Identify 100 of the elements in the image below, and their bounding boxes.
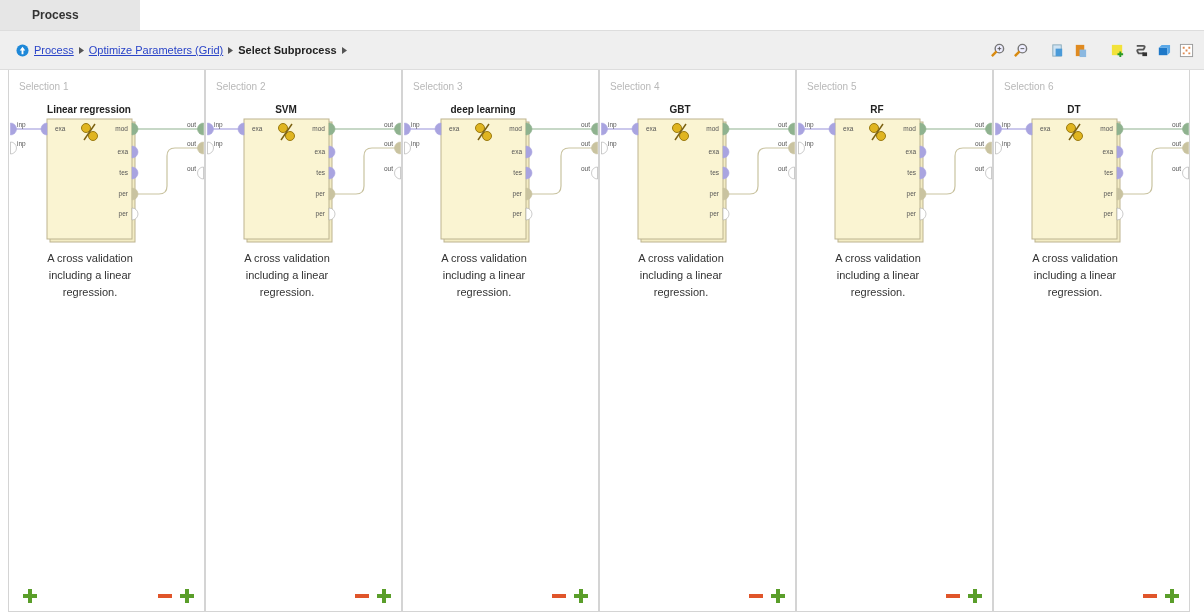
operator-output-port[interactable]: [328, 145, 336, 159]
chevron-icon: [78, 46, 84, 54]
add-icon[interactable]: [771, 589, 785, 603]
output-port[interactable]: [985, 166, 992, 180]
operator-input-port[interactable]: [631, 122, 639, 136]
output-port[interactable]: [591, 141, 598, 155]
zoom-out-icon[interactable]: [1013, 42, 1028, 58]
input-port[interactable]: [601, 122, 608, 136]
output-port[interactable]: [394, 141, 401, 155]
output-port[interactable]: [591, 166, 598, 180]
output-port[interactable]: [197, 141, 204, 155]
up-arrow-icon[interactable]: [16, 43, 29, 57]
output-port[interactable]: [197, 122, 204, 136]
operator-input-port[interactable]: [40, 122, 48, 136]
operator-output-port[interactable]: [919, 166, 927, 180]
operator-output-port[interactable]: [919, 207, 927, 221]
input-port[interactable]: [798, 122, 805, 136]
output-port[interactable]: [788, 141, 795, 155]
input-port[interactable]: [207, 141, 214, 155]
output-port[interactable]: [985, 122, 992, 136]
input-port[interactable]: [995, 141, 1002, 155]
wire: [333, 128, 396, 130]
operator-box[interactable]: [637, 118, 727, 243]
operator-output-port[interactable]: [525, 166, 533, 180]
operator-output-port[interactable]: [919, 122, 927, 136]
cube-icon[interactable]: [1156, 42, 1171, 58]
add-icon[interactable]: [23, 589, 37, 603]
operator-input-port[interactable]: [1025, 122, 1033, 136]
operator-output-port[interactable]: [328, 207, 336, 221]
clipboard-icon[interactable]: [1073, 42, 1088, 58]
operator-box[interactable]: [834, 118, 924, 243]
operator-output-port[interactable]: [131, 122, 139, 136]
zoom-in-icon[interactable]: [990, 42, 1005, 58]
operator-output-port[interactable]: [722, 122, 730, 136]
sticky-note-icon[interactable]: [1110, 42, 1125, 58]
operator-output-port[interactable]: [1116, 145, 1124, 159]
grid-icon[interactable]: [1179, 42, 1194, 58]
operator-box[interactable]: [46, 118, 136, 243]
add-icon[interactable]: [574, 589, 588, 603]
operator-input-port[interactable]: [828, 122, 836, 136]
output-port[interactable]: [394, 166, 401, 180]
operator-output-port[interactable]: [525, 122, 533, 136]
output-port[interactable]: [985, 141, 992, 155]
breadcrumb-link[interactable]: Optimize Parameters (Grid): [88, 44, 224, 56]
operator-name: RF: [870, 104, 884, 115]
operator-output-port[interactable]: [722, 166, 730, 180]
input-port[interactable]: [10, 122, 17, 136]
operator-box[interactable]: [1031, 118, 1121, 243]
input-port[interactable]: [995, 122, 1002, 136]
operator-output-port[interactable]: [919, 187, 927, 201]
input-port[interactable]: [10, 141, 17, 155]
operator-output-port[interactable]: [328, 166, 336, 180]
operator-input-port[interactable]: [237, 122, 245, 136]
output-port[interactable]: [788, 122, 795, 136]
plug-icon[interactable]: [1133, 42, 1148, 58]
output-port[interactable]: [788, 166, 795, 180]
input-port[interactable]: [601, 141, 608, 155]
input-port[interactable]: [798, 141, 805, 155]
output-port[interactable]: [1182, 141, 1189, 155]
operator-output-port[interactable]: [131, 207, 139, 221]
operator-output-port[interactable]: [1116, 122, 1124, 136]
operator-output-port[interactable]: [131, 145, 139, 159]
operator-output-port[interactable]: [525, 187, 533, 201]
operator-name: DT: [1067, 104, 1081, 115]
output-port[interactable]: [1182, 166, 1189, 180]
operator-output-port[interactable]: [722, 187, 730, 201]
output-port[interactable]: [394, 122, 401, 136]
operator-name: GBT: [669, 104, 691, 115]
add-icon[interactable]: [1165, 589, 1179, 603]
output-port[interactable]: [591, 122, 598, 136]
operator-output-port[interactable]: [328, 122, 336, 136]
add-icon[interactable]: [180, 589, 194, 603]
operator-output-port[interactable]: [1116, 166, 1124, 180]
output-port[interactable]: [197, 166, 204, 180]
input-port[interactable]: [404, 122, 411, 136]
operator-output-port[interactable]: [1116, 187, 1124, 201]
output-port[interactable]: [1182, 122, 1189, 136]
operator-output-port[interactable]: [131, 166, 139, 180]
breadcrumb-link[interactable]: Process: [34, 44, 74, 56]
operator-output-port[interactable]: [525, 207, 533, 221]
input-port[interactable]: [404, 141, 411, 155]
add-icon[interactable]: [377, 589, 391, 603]
operator-box[interactable]: [243, 118, 333, 243]
document-icon[interactable]: [1050, 42, 1065, 58]
operator-output-port[interactable]: [525, 145, 533, 159]
operator-output-port[interactable]: [328, 187, 336, 201]
wire: [333, 147, 396, 195]
selection-title: Selection 2: [216, 81, 266, 92]
tab[interactable]: Process: [0, 0, 140, 30]
add-icon[interactable]: [968, 589, 982, 603]
operator-output-port[interactable]: [1116, 207, 1124, 221]
selection-title: Selection 6: [1004, 81, 1054, 92]
operator-output-port[interactable]: [722, 207, 730, 221]
operator-output-port[interactable]: [919, 145, 927, 159]
operator-box[interactable]: [440, 118, 530, 243]
operator-output-port[interactable]: [722, 145, 730, 159]
input-port[interactable]: [207, 122, 214, 136]
operator-output-port[interactable]: [131, 187, 139, 201]
operator-input-port[interactable]: [434, 122, 442, 136]
wire: [924, 147, 987, 195]
